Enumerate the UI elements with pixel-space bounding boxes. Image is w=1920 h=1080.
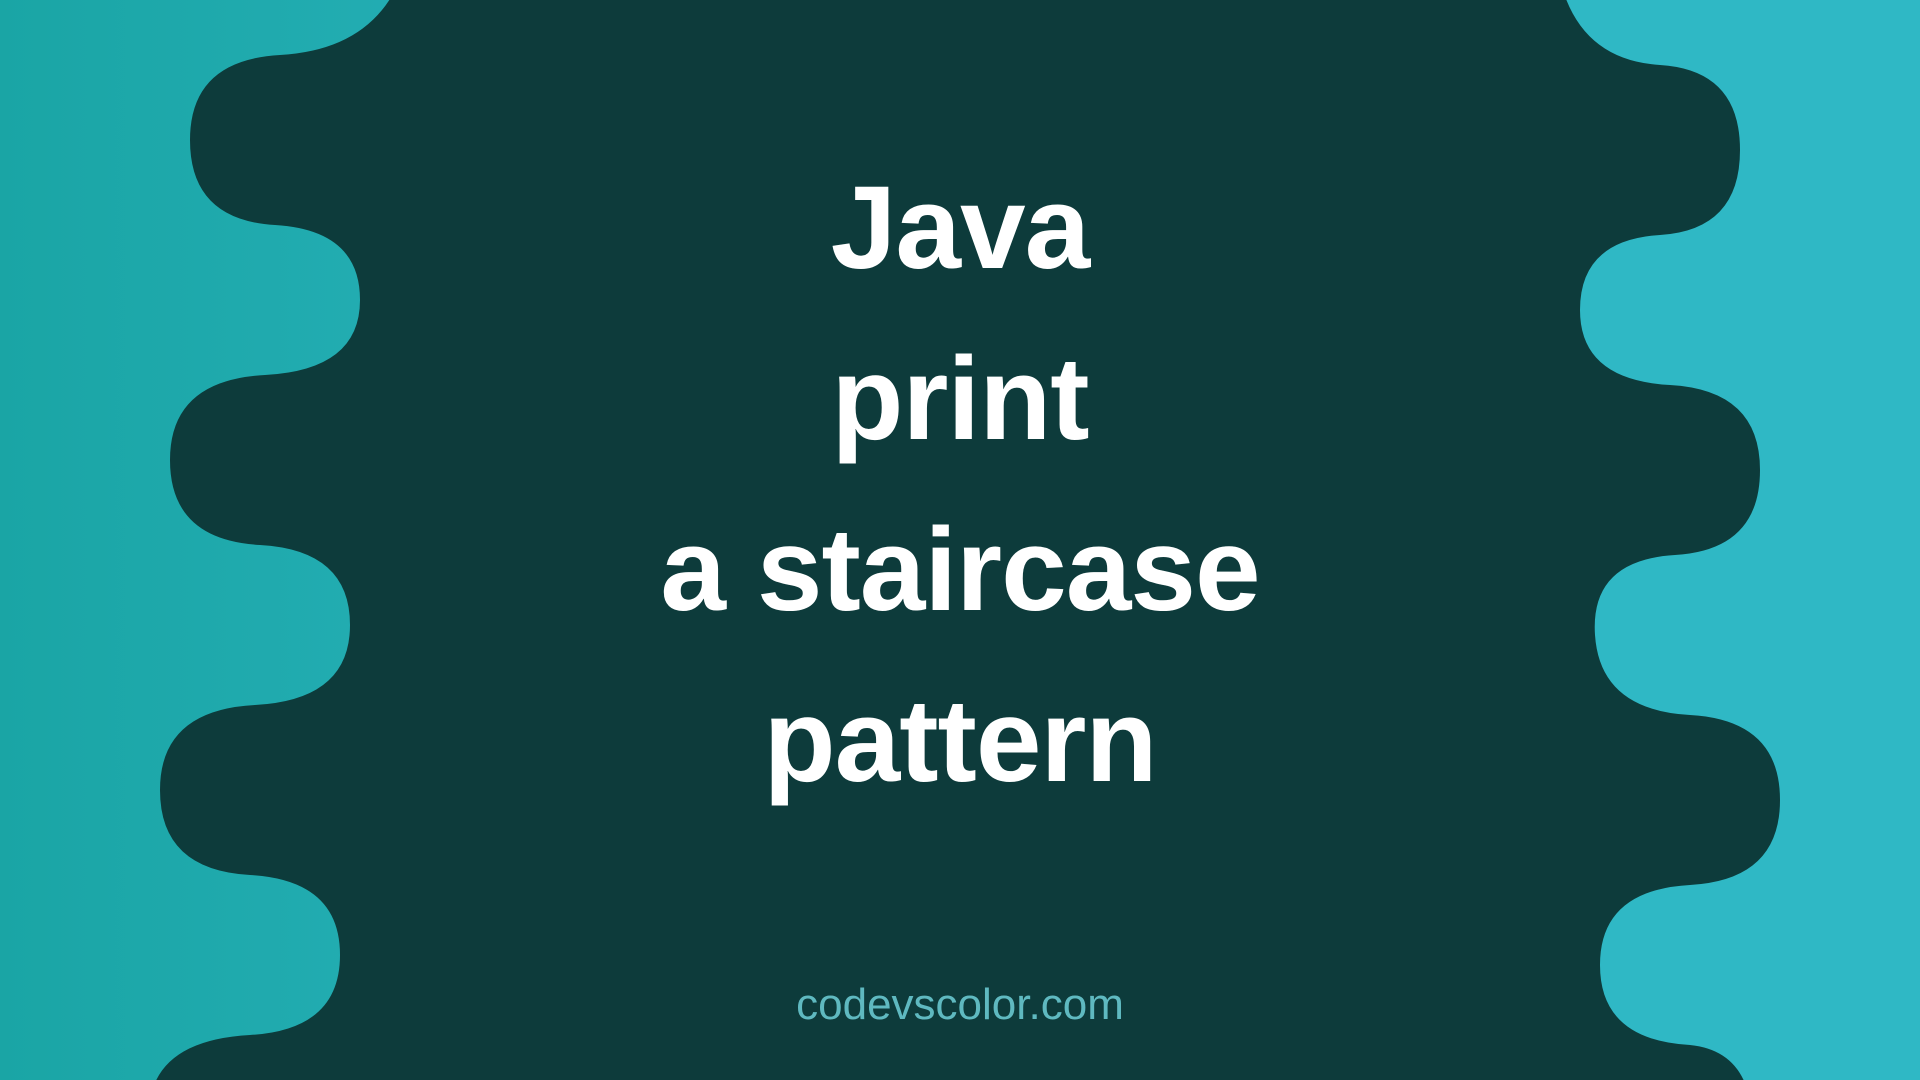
title-block: Java print a staircase pattern [660, 143, 1259, 827]
title-line-4: pattern [660, 656, 1259, 827]
title-line-2: print [660, 314, 1259, 485]
site-attribution: codevscolor.com [796, 980, 1124, 1030]
title-line-3: a staircase [660, 485, 1259, 656]
title-line-1: Java [660, 143, 1259, 314]
